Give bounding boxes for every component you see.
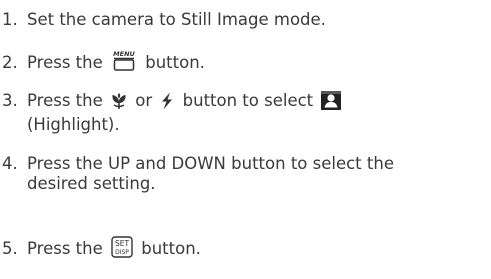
menu-icon-label: MENU [113,50,135,58]
set-icon-bottom-label: DISP [115,249,129,256]
step-number: 2. [2,53,18,72]
step-text-or: or [135,91,153,110]
step-text-after: button. [141,239,201,258]
step-1: 1. Set the camera to Still Image mode. [0,10,326,30]
step-number: 3. [2,91,18,110]
macro-icon [111,92,127,115]
set-icon-top-label: SET [115,239,129,248]
step-text: Set the camera to Still Image mode. [27,10,326,29]
step-number: 5. [2,239,18,258]
flash-icon [160,92,174,115]
set-disp-button-icon: SET DISP [111,236,133,263]
step-4: 4. Press the UP and DOWN button to select… [0,154,394,194]
step-number: 1. [2,10,18,29]
step-text-line2: (Highlight). [27,115,120,134]
step-text-before: Press the [27,91,103,110]
step-number: 4. [2,154,18,173]
step-text-after: button. [145,53,205,72]
step-text-before: Press the [27,53,103,72]
instruction-page: 1. Set the camera to Still Image mode. 2.… [0,0,491,279]
step-2: 2. Press the MENU button. [0,50,205,77]
step-text-line2: desired setting. [27,174,156,193]
menu-button-icon: MENU [111,50,137,77]
step-3: 3. Press the or button to select (Highli… [0,91,344,135]
step-text-before: Press the [27,239,103,258]
step-5: 5. Press the SET DISP button. [0,236,201,263]
step-text: Press the UP and DOWN button to select t… [27,154,394,173]
highlight-icon [321,91,342,115]
step-text-mid: button to select [182,91,314,110]
